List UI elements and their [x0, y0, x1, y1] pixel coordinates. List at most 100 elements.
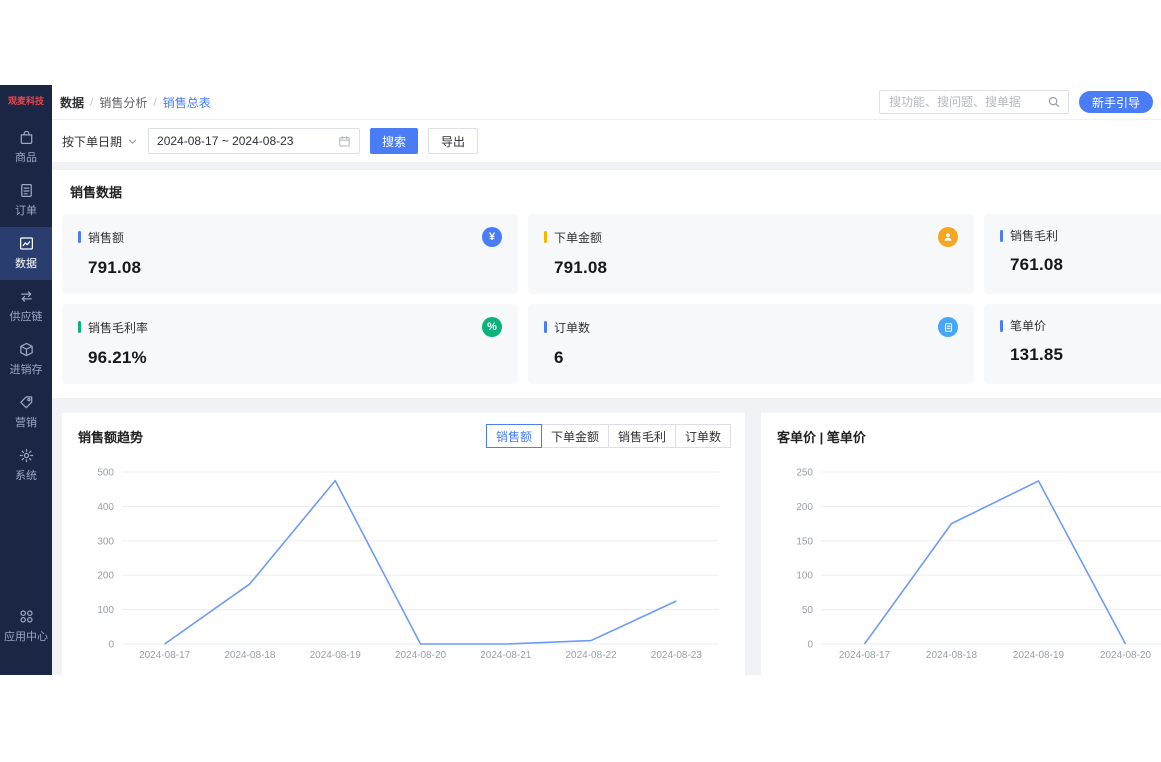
sales-trend-title: 销售额趋势 — [78, 427, 143, 446]
unit-price-chart: 0501001502002502024-08-172024-08-182024-… — [773, 457, 1161, 664]
svg-text:2024-08-20: 2024-08-20 — [1100, 650, 1152, 661]
svg-text:0: 0 — [108, 640, 114, 651]
kpi-value: 791.08 — [88, 258, 502, 278]
global-search-input[interactable] — [887, 94, 1047, 110]
search-button[interactable]: 搜索 — [370, 128, 418, 154]
sidebar-item-marketing[interactable]: 营销 — [0, 386, 52, 439]
kpi-card-order-amount: 下单金额 791.08 — [528, 214, 974, 294]
card-accent-bar — [544, 231, 547, 243]
kpi-label: 订单数 — [554, 319, 590, 336]
app-center-grid-icon — [18, 608, 35, 625]
user-icon — [938, 227, 958, 247]
kpi-label: 销售额 — [88, 229, 124, 246]
sidebar-item-label: 供应链 — [10, 308, 43, 324]
kpi-card-avg-order-value: 笔单价 131.85 — [984, 304, 1161, 384]
search-icon[interactable] — [1047, 95, 1061, 109]
tab-order-amount[interactable]: 下单金额 — [541, 424, 609, 448]
line-chart-icon — [18, 235, 35, 252]
svg-text:100: 100 — [97, 605, 114, 616]
svg-text:2024-08-17: 2024-08-17 — [139, 650, 191, 661]
svg-text:200: 200 — [796, 502, 813, 513]
sidebar-item-orders[interactable]: 订单 — [0, 174, 52, 227]
sidebar-item-system[interactable]: 系统 — [0, 439, 52, 492]
kpi-label: 笔单价 — [1010, 317, 1046, 334]
sidebar-item-label: 应用中心 — [4, 628, 48, 644]
sidebar-item-data[interactable]: 数据 — [0, 227, 52, 280]
trend-metric-tabs: 销售额 下单金额 销售毛利 订单数 — [487, 424, 731, 448]
svg-text:500: 500 — [97, 468, 114, 479]
supply-chain-icon — [18, 288, 35, 305]
sidebar-item-label: 数据 — [15, 255, 37, 271]
sidebar-item-goods[interactable]: 商品 — [0, 121, 52, 174]
card-accent-bar — [78, 321, 81, 333]
kpi-value: 761.08 — [1010, 255, 1161, 275]
line-chart-svg: 01002003004005002024-08-172024-08-182024… — [74, 457, 733, 664]
svg-text:200: 200 — [97, 571, 114, 582]
export-button[interactable]: 导出 — [428, 128, 478, 154]
svg-text:2024-08-20: 2024-08-20 — [395, 650, 447, 661]
kpi-label: 销售毛利率 — [88, 319, 148, 336]
kpi-card-gross-profit: 销售毛利 761.08 — [984, 214, 1161, 294]
svg-text:250: 250 — [796, 468, 813, 479]
section-title: 销售数据 — [70, 182, 1161, 201]
tab-sales-amount[interactable]: 销售额 — [486, 424, 542, 448]
svg-text:0: 0 — [807, 640, 813, 651]
kpi-value: 131.85 — [1010, 345, 1161, 365]
svg-text:50: 50 — [802, 605, 814, 616]
kpi-value: 791.08 — [554, 258, 958, 278]
yuan-icon: ¥ — [482, 227, 502, 247]
svg-text:2024-08-19: 2024-08-19 — [310, 650, 362, 661]
unit-price-title: 客单价 | 笔单价 — [777, 427, 866, 446]
order-document-icon — [18, 182, 35, 199]
sidebar: 观麦科技 商品 订单 数据 供应链 进销存 — [0, 85, 52, 675]
brand-logo: 观麦科技 — [6, 85, 46, 117]
beginner-guide-button[interactable]: 新手引导 — [1079, 91, 1153, 113]
sidebar-item-label: 营销 — [15, 414, 37, 430]
chevron-down-icon — [127, 136, 138, 147]
svg-text:100: 100 — [796, 571, 813, 582]
sidebar-item-label: 商品 — [15, 149, 37, 165]
date-range-input[interactable]: 2024-08-17 ~ 2024-08-23 — [148, 128, 360, 154]
sidebar-item-app-center[interactable]: 应用中心 — [0, 600, 52, 653]
app-window: 观麦科技 商品 订单 数据 供应链 进销存 — [0, 85, 1161, 675]
breadcrumb-item-data[interactable]: 数据 — [60, 94, 84, 111]
breadcrumb-separator: / — [90, 95, 93, 109]
page-root: { "app": { "logo_text": "观麦科技" }, "sideb… — [0, 0, 1161, 762]
global-search-box — [879, 90, 1069, 114]
tab-gross-profit[interactable]: 销售毛利 — [608, 424, 676, 448]
line-chart-svg: 0501001502002502024-08-172024-08-182024-… — [773, 457, 1161, 664]
svg-text:2024-08-23: 2024-08-23 — [651, 650, 703, 661]
card-accent-bar — [1000, 320, 1003, 332]
date-range-value: 2024-08-17 ~ 2024-08-23 — [157, 134, 293, 148]
breadcrumb-separator: / — [153, 95, 156, 109]
kpi-value: 6 — [554, 348, 958, 368]
card-accent-bar — [78, 231, 81, 243]
sidebar-nav: 商品 订单 数据 供应链 进销存 营销 — [0, 121, 52, 492]
breadcrumb: 数据 / 销售分析 / 销售总表 — [60, 94, 211, 111]
kpi-card-order-count: 订单数 6 — [528, 304, 974, 384]
date-type-label: 按下单日期 — [62, 133, 122, 150]
kpi-card-gross-margin: 销售毛利率 % 96.21% — [62, 304, 518, 384]
sidebar-item-inventory[interactable]: 进销存 — [0, 333, 52, 386]
sales-data-section: 销售数据 销售额 ¥ 791.08 下单金额 — [52, 170, 1161, 398]
kpi-card-grid: 销售额 ¥ 791.08 下单金额 791.08 — [62, 214, 1161, 384]
topbar: 数据 / 销售分析 / 销售总表 新手引导 — [52, 85, 1161, 120]
main-area: 数据 / 销售分析 / 销售总表 新手引导 按下单日期 2024-08-17 ~… — [52, 85, 1161, 675]
sidebar-item-label: 系统 — [15, 467, 37, 483]
svg-text:2024-08-17: 2024-08-17 — [839, 650, 891, 661]
tab-order-count[interactable]: 订单数 — [675, 424, 731, 448]
card-accent-bar — [544, 321, 547, 333]
percent-icon: % — [482, 317, 502, 337]
calendar-icon — [338, 135, 351, 148]
kpi-label: 下单金额 — [554, 229, 602, 246]
breadcrumb-item-sales-analysis[interactable]: 销售分析 — [99, 94, 147, 111]
date-type-dropdown[interactable]: 按下单日期 — [62, 133, 138, 150]
sales-trend-chart: 01002003004005002024-08-172024-08-182024… — [74, 457, 733, 664]
kpi-label: 销售毛利 — [1010, 227, 1058, 244]
svg-text:2024-08-19: 2024-08-19 — [1013, 650, 1065, 661]
svg-text:2024-08-22: 2024-08-22 — [565, 650, 617, 661]
kpi-card-sales-amount: 销售额 ¥ 791.08 — [62, 214, 518, 294]
svg-text:400: 400 — [97, 502, 114, 513]
svg-text:300: 300 — [97, 536, 114, 547]
sidebar-item-supply-chain[interactable]: 供应链 — [0, 280, 52, 333]
